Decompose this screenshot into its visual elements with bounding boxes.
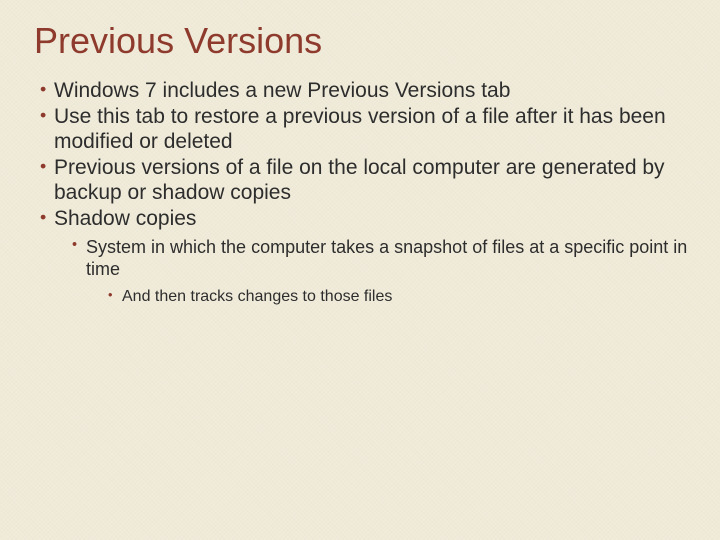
- slide-title: Previous Versions: [34, 20, 690, 62]
- bullet-text: Shadow copies: [54, 207, 196, 230]
- list-item: Previous versions of a file on the local…: [40, 155, 690, 206]
- bullet-text: Use this tab to restore a previous versi…: [54, 105, 666, 154]
- bullet-text: And then tracks changes to those files: [122, 288, 392, 305]
- list-item: Use this tab to restore a previous versi…: [40, 104, 690, 155]
- bullet-text: Windows 7 includes a new Previous Versio…: [54, 79, 510, 102]
- list-item: Windows 7 includes a new Previous Versio…: [40, 78, 690, 104]
- list-item: And then tracks changes to those files: [108, 287, 690, 308]
- bullet-text: System in which the computer takes a sna…: [86, 237, 687, 280]
- bullet-text: Previous versions of a file on the local…: [54, 156, 665, 205]
- list-item: Shadow copies System in which the comput…: [40, 206, 690, 307]
- bullet-list-level-1: Windows 7 includes a new Previous Versio…: [34, 78, 690, 307]
- list-item: System in which the computer takes a sna…: [72, 236, 690, 308]
- bullet-list-level-3: And then tracks changes to those files: [86, 287, 690, 308]
- bullet-list-level-2: System in which the computer takes a sna…: [54, 236, 690, 308]
